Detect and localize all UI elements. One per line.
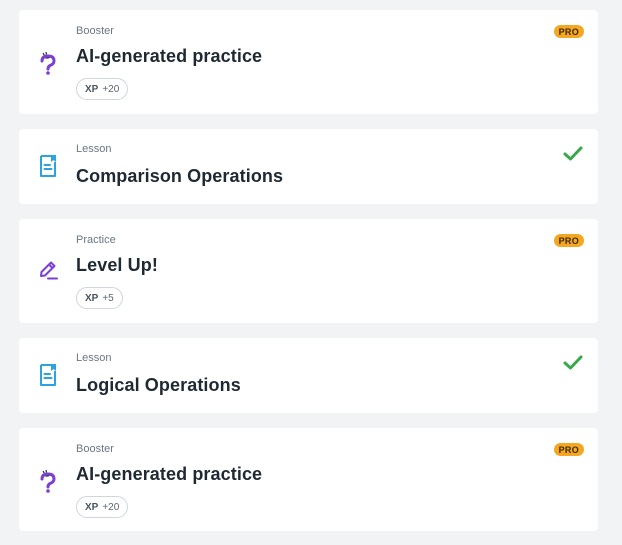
item-type-label: Practice (76, 234, 116, 246)
lesson-list: Booster AI-generated practice XP +20 PRO… (0, 0, 622, 545)
pro-badge: PRO (553, 443, 584, 456)
xp-value: +20 (102, 501, 120, 513)
xp-badge: XP +5 (76, 287, 123, 309)
item-title: Level Up! (76, 255, 158, 275)
list-item-lesson[interactable]: Lesson Logical Operations (19, 338, 598, 413)
list-item-booster[interactable]: Booster AI-generated practice XP +20 PRO (19, 428, 598, 531)
pro-badge: PRO (553, 234, 584, 247)
xp-label: XP (85, 292, 99, 304)
list-item-practice[interactable]: Practice Level Up! XP +5 PRO (19, 219, 598, 323)
pro-badge: PRO (553, 25, 584, 38)
xp-label: XP (85, 501, 99, 513)
completed-check-icon (562, 145, 584, 163)
item-type-label: Lesson (76, 352, 112, 364)
lesson-document-icon (37, 362, 59, 388)
item-title: AI-generated practice (76, 464, 263, 484)
xp-badge: XP +20 (76, 78, 129, 100)
item-type-label: Lesson (76, 143, 112, 155)
item-title: Logical Operations (76, 375, 241, 395)
xp-label: XP (85, 83, 99, 95)
list-item-lesson[interactable]: Lesson Comparison Operations (19, 129, 598, 204)
xp-badge: XP +20 (76, 496, 129, 518)
item-type-label: Booster (76, 25, 114, 37)
ai-question-icon (37, 50, 59, 76)
item-title: Comparison Operations (76, 166, 284, 186)
completed-check-icon (562, 354, 584, 372)
practice-pencil-icon (37, 257, 59, 283)
item-title: AI-generated practice (76, 46, 263, 66)
list-item-booster[interactable]: Booster AI-generated practice XP +20 PRO (19, 10, 598, 114)
lesson-document-icon (37, 153, 59, 179)
xp-value: +20 (102, 83, 120, 95)
xp-value: +5 (102, 292, 114, 304)
item-type-label: Booster (76, 443, 114, 455)
ai-question-icon (37, 468, 59, 494)
